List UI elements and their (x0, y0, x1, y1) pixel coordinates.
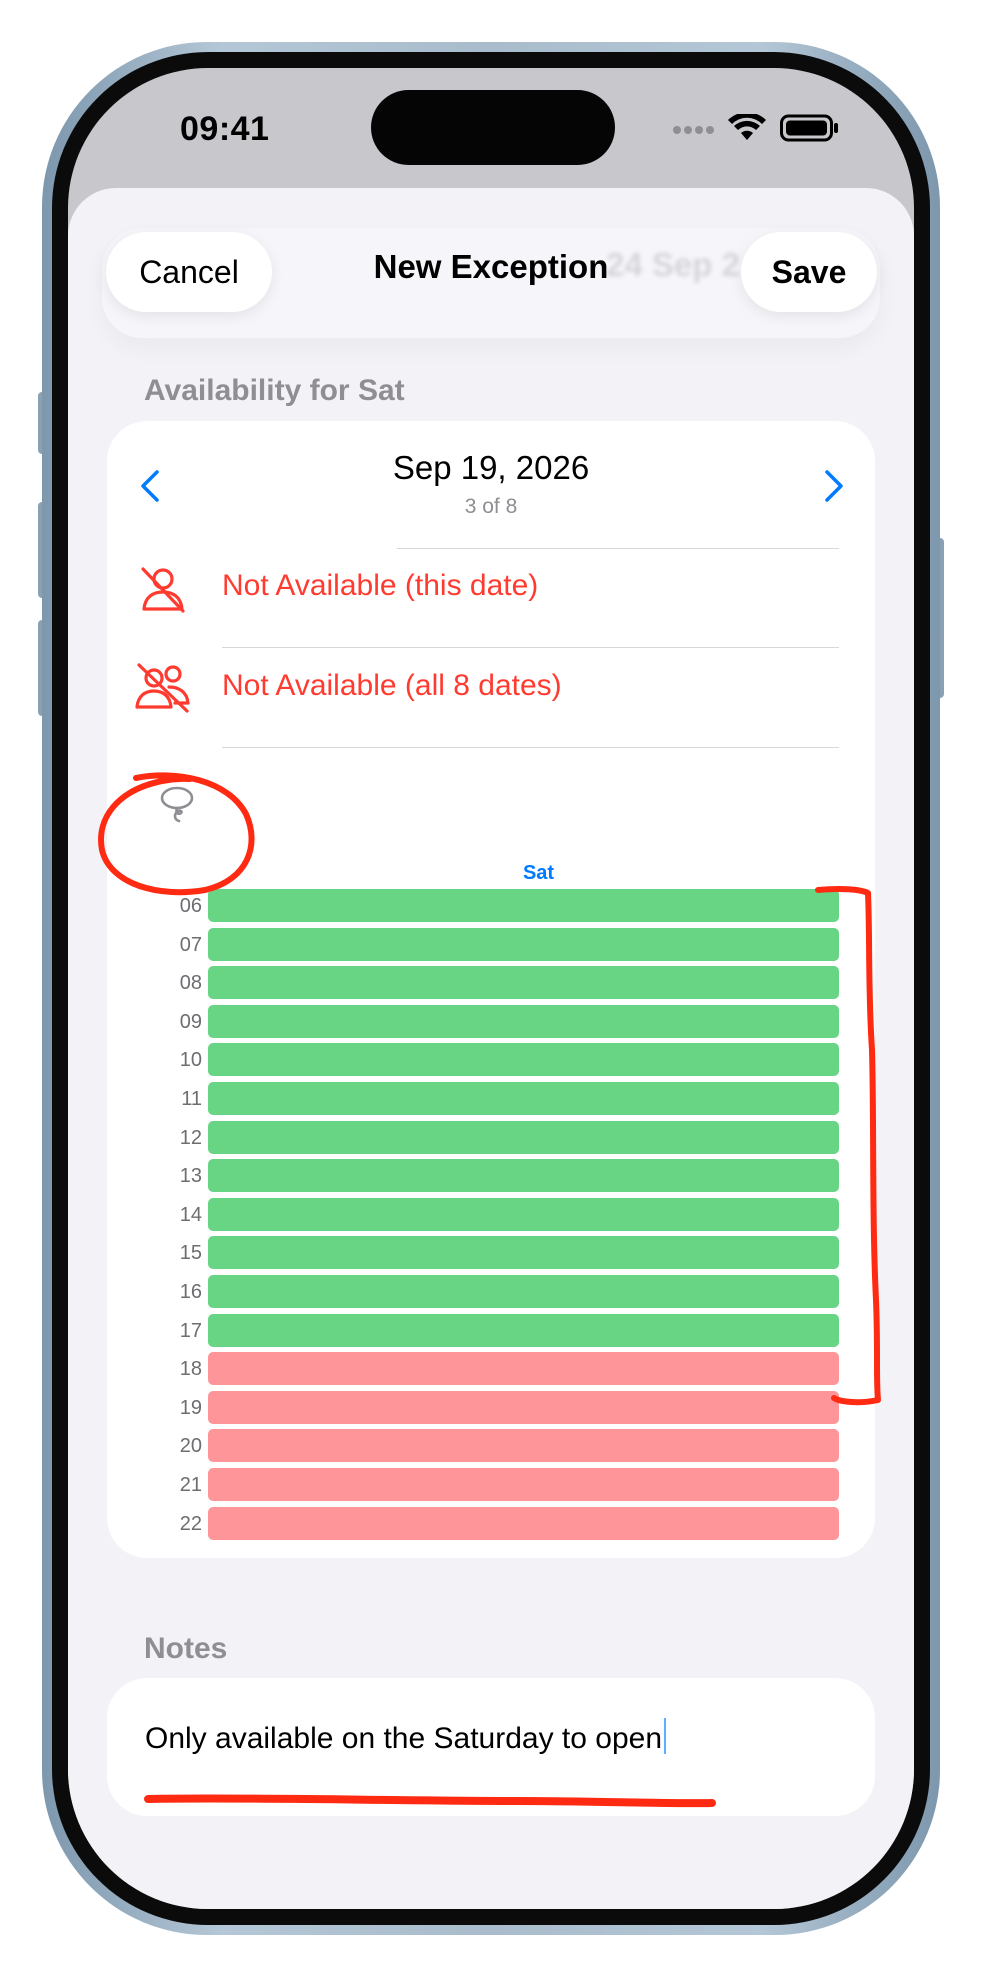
time-slot-available[interactable] (208, 1314, 839, 1347)
status-icons (672, 114, 840, 142)
notes-field[interactable]: Only available on the Saturday to open (107, 1678, 875, 1816)
time-slot-available[interactable] (208, 1275, 839, 1308)
date-position: 3 of 8 (464, 495, 518, 518)
hour-label: 17 (179, 1320, 202, 1342)
hour-label: 06 (179, 895, 202, 917)
exception-sheet: 24 Sep 2 New Exception Cancel Save Avail… (68, 188, 914, 1909)
people-slash-icon (135, 663, 190, 713)
person-slash-icon (141, 567, 185, 613)
time-slot-available[interactable] (208, 1198, 839, 1231)
time-slot-available[interactable] (208, 966, 839, 999)
cancel-button[interactable]: Cancel (106, 232, 272, 312)
separator (397, 548, 839, 549)
hour-label: 08 (179, 972, 202, 994)
separator (222, 647, 839, 648)
wifi-icon (728, 114, 766, 140)
hour-label: 10 (179, 1049, 202, 1071)
hour-label: 20 (179, 1435, 202, 1457)
signal-icon (673, 126, 714, 134)
save-button[interactable]: Save (741, 232, 877, 312)
not-available-all-dates-label: Not Available (all 8 dates) (222, 669, 562, 702)
hour-label: 22 (179, 1513, 202, 1535)
notes-value: Only available on the Saturday to open (145, 1722, 663, 1755)
time-slot-available[interactable] (208, 1043, 839, 1076)
hour-label: 19 (179, 1397, 202, 1419)
time-slot-unavailable[interactable] (208, 1429, 839, 1462)
chevron-right-icon[interactable] (815, 466, 851, 506)
time-slot-available[interactable] (208, 1005, 839, 1038)
time-slot-available[interactable] (208, 928, 839, 961)
time-slot-unavailable[interactable] (208, 1391, 839, 1424)
status-time: 09:41 (180, 110, 270, 148)
notes-text[interactable]: Only available on the Saturday to open (145, 1718, 667, 1756)
time-slot-unavailable[interactable] (208, 1468, 839, 1501)
text-caret (664, 1718, 667, 1754)
time-slot-unavailable[interactable] (208, 1507, 839, 1540)
battery-icon (780, 114, 838, 142)
day-column-header: Sat (522, 862, 555, 884)
hour-label: 21 (179, 1474, 202, 1496)
screen: 09:41 24 Sep 2 New Exception Cancel Save… (68, 68, 914, 1909)
time-slot-unavailable[interactable] (208, 1352, 839, 1385)
hour-label: 13 (179, 1165, 202, 1187)
hour-label: 18 (179, 1358, 202, 1380)
date-title: Sep 19, 2026 (392, 449, 590, 486)
time-slot-available[interactable] (208, 1082, 839, 1115)
dynamic-island (371, 90, 615, 165)
time-slot-available[interactable] (208, 1159, 839, 1192)
hour-label: 07 (179, 934, 202, 956)
hour-label: 14 (179, 1204, 202, 1226)
time-slot-available[interactable] (208, 1121, 839, 1154)
availability-card: Sep 19, 2026 3 of 8 Not Available (this … (107, 421, 875, 1558)
time-slot-available[interactable] (208, 1236, 839, 1269)
time-slot-available[interactable] (208, 889, 839, 922)
availability-section-header: Availability for Sat (144, 374, 405, 407)
hour-label: 15 (179, 1242, 202, 1264)
not-available-this-date-label: Not Available (this date) (222, 569, 539, 602)
hour-label: 09 (179, 1011, 202, 1033)
separator (222, 747, 839, 748)
hour-label: 12 (179, 1127, 202, 1149)
hour-label: 16 (179, 1281, 202, 1303)
notes-section-header: Notes (144, 1632, 228, 1665)
lasso-icon[interactable] (157, 783, 197, 825)
hour-label: 11 (181, 1088, 202, 1110)
